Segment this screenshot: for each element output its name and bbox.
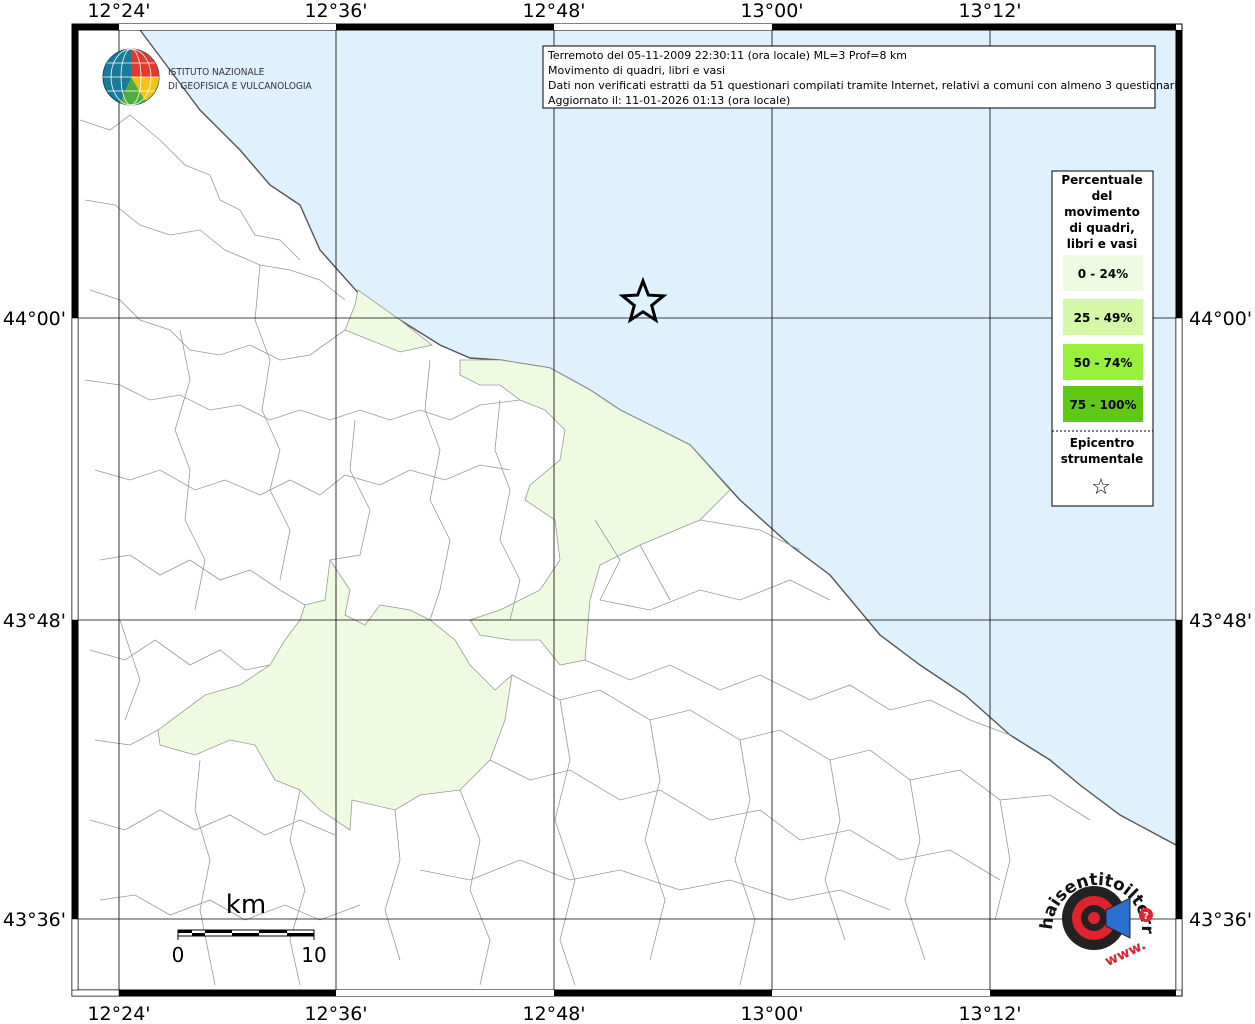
info-line-parameter: Movimento di quadri, libri e vasi [548,64,725,77]
scale-unit: km [226,890,266,920]
institute-line1: ISTITUTO NAZIONALE [168,67,265,78]
legend-class-label: 75 - 100% [1069,398,1136,412]
lon-label-bottom: 12°36' [304,1003,367,1024]
lon-label-top: 12°36' [304,0,367,22]
info-line-updated: Aggiornato il: 11-01-2026 01:13 (ora loc… [548,94,790,107]
lon-labels-bottom: 12°24' 12°36' 12°48' 13°00' 13°12' [87,1003,1021,1024]
lon-label-top: 12°48' [522,0,585,22]
legend-class-label: 50 - 74% [1074,356,1133,370]
lat-label-left: 44°00' [3,308,66,330]
lon-labels-top: 12°24' 12°36' 12°48' 13°00' 13°12' [87,0,1021,22]
lat-label-right: 43°36' [1189,909,1252,931]
legend-title-line: del [1092,189,1113,203]
lon-label-top: 13°12' [958,0,1021,22]
legend-title-line: movimento [1064,205,1140,219]
legend-title-line: libri e vasi [1067,237,1138,251]
lon-label-bottom: 12°24' [87,1003,150,1024]
lon-label-bottom: 13°12' [958,1003,1021,1024]
svg-text:?: ? [1143,911,1149,922]
legend: Percentuale del movimento di quadri, lib… [1051,170,1154,507]
info-box: Terremoto del 05-11-2009 22:30:11 (ora l… [542,45,1181,109]
lon-label-top: 13°00' [740,0,803,22]
lon-label-top: 12°24' [87,0,150,22]
lat-label-right: 43°48' [1189,610,1252,632]
lon-label-bottom: 13°00' [740,1003,803,1024]
lon-label-bottom: 12°48' [522,1003,585,1024]
lat-label-right: 44°00' [1189,308,1252,330]
lat-label-left: 43°36' [3,909,66,931]
legend-title-line: di quadri, [1069,221,1134,235]
legend-epicenter-line: Epicentro [1070,436,1135,450]
intensity-map: 12°24' 12°36' 12°48' 13°00' 13°12' 12°24… [0,0,1252,1024]
scale-max-label: 10 [301,943,326,967]
legend-epicenter-line: strumentale [1061,452,1144,466]
legend-star-icon: ☆ [1091,475,1111,500]
institute-line2: DI GEOFISICA E VULCANOLOGIA [168,81,313,92]
legend-class-label: 25 - 49% [1074,311,1133,325]
legend-title-line: Percentuale [1061,173,1142,187]
info-line-source: Dati non verificati estratti da 51 quest… [548,79,1181,92]
legend-class-label: 0 - 24% [1078,267,1128,281]
lat-label-left: 43°48' [3,610,66,632]
lat-labels-right: 44°00' 43°48' 43°36' [1189,308,1252,931]
scale-min-label: 0 [172,943,185,967]
info-line-event: Terremoto del 05-11-2009 22:30:11 (ora l… [547,49,907,62]
lat-labels-left: 44°00' 43°48' 43°36' [3,308,66,931]
